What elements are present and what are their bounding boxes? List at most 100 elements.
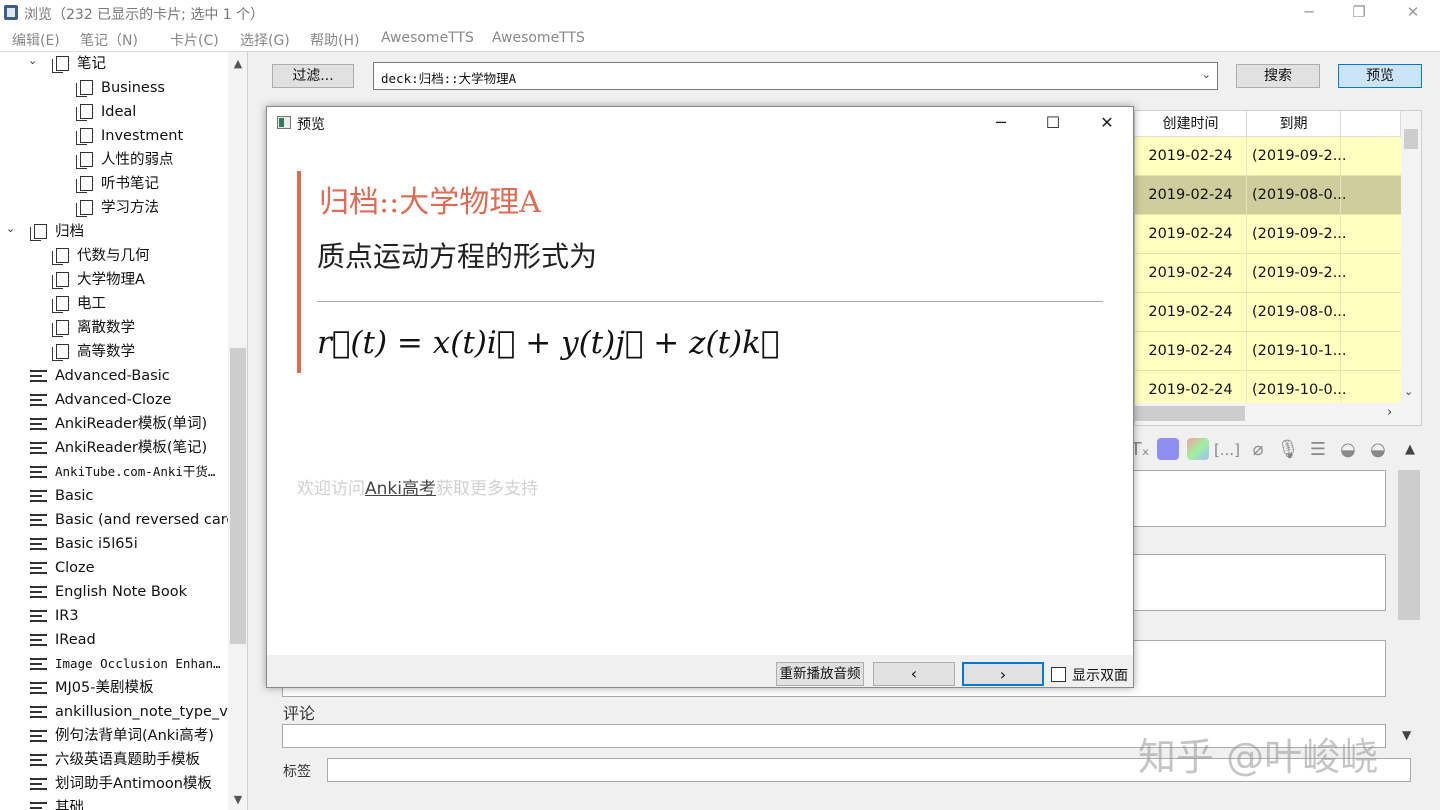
sidebar-item[interactable]: 划词助手Antimoon模板 — [0, 772, 228, 796]
table-row[interactable]: 2019-02-24 (2019-09-2... — [1135, 215, 1401, 254]
chevron-down-icon[interactable]: ⌄ — [1202, 68, 1211, 81]
table-row[interactable]: 2019-02-24 (2019-08-0... — [1135, 176, 1401, 215]
deck-icon — [52, 56, 69, 73]
sidebar-item[interactable]: Business — [0, 76, 228, 100]
deck-icon — [76, 200, 93, 217]
table-hscroll-thumb[interactable] — [1135, 406, 1245, 421]
sidebar-item-label: 划词助手Antimoon模板 — [55, 776, 212, 792]
sidebar-item[interactable]: IRead — [0, 628, 228, 652]
sidebar-item[interactable]: English Note Book — [0, 580, 228, 604]
scroll-down-icon[interactable]: ▼ — [1402, 728, 1411, 742]
sidebar-item[interactable]: Image Occlusion Enhan… — [0, 652, 228, 676]
sidebar-item[interactable]: 学习方法 — [0, 196, 228, 220]
dialog-minimize-icon[interactable]: ─ — [981, 111, 1021, 135]
sidebar-item[interactable]: 离散数学 — [0, 316, 228, 340]
table-horizontal-scrollbar[interactable]: › — [1135, 403, 1421, 425]
editor-scroll-thumb[interactable] — [1398, 470, 1420, 620]
cell-created: 2019-02-24 — [1135, 215, 1247, 253]
table-vertical-scrollbar[interactable]: ⌄ — [1401, 111, 1421, 403]
dialog-close-icon[interactable]: ✕ — [1087, 111, 1127, 135]
sidebar-item[interactable]: AnkiReader模板(单词) — [0, 412, 228, 436]
text-color-icon[interactable] — [1156, 438, 1180, 462]
sidebar-item-label: 电工 — [77, 296, 106, 312]
replay-audio-button[interactable]: 重新播放音频 — [776, 662, 864, 686]
table-row[interactable]: 2019-02-24 (2019-08-0... — [1135, 293, 1401, 332]
menu-edit[interactable]: 编辑(E) — [12, 30, 60, 50]
filter-button[interactable]: 过滤... — [272, 64, 354, 88]
minimize-button[interactable]: ─ — [1282, 0, 1336, 26]
sidebar-item[interactable]: AnkiTube.com-Anki干货… — [0, 460, 228, 484]
sidebar-item[interactable]: AnkiReader模板(笔记) — [0, 436, 228, 460]
scroll-down-icon[interactable]: ▼ — [228, 790, 247, 810]
attachment-icon[interactable]: ⌀ — [1246, 438, 1270, 462]
addon-icon[interactable]: ◒ — [1336, 438, 1360, 462]
sidebar-item[interactable]: 六级英语真题助手模板 — [0, 748, 228, 772]
addon-icon-2[interactable]: ◒ — [1366, 438, 1390, 462]
highlight-color-icon[interactable] — [1186, 438, 1210, 462]
sidebar-item[interactable]: ⌄ 归档 — [0, 220, 228, 244]
sidebar-item[interactable]: Advanced-Basic — [0, 364, 228, 388]
editor-field-2[interactable] — [1100, 554, 1386, 611]
column-header-empty[interactable] — [1341, 111, 1401, 137]
menu-select[interactable]: 选择(G) — [240, 30, 290, 50]
maximize-button[interactable]: ❐ — [1332, 0, 1386, 26]
sidebar-item[interactable]: Basic — [0, 484, 228, 508]
previous-card-button[interactable]: ‹ — [873, 662, 955, 686]
next-card-button[interactable]: › — [962, 662, 1044, 686]
preview-button[interactable]: 预览 — [1338, 64, 1422, 88]
sidebar-item[interactable]: 高等数学 — [0, 340, 228, 364]
sidebar-item[interactable]: Basic (and reversed card) — [0, 508, 241, 532]
menu-cards[interactable]: 卡片(C) — [170, 30, 219, 50]
sidebar-item[interactable]: 电工 — [0, 292, 228, 316]
expand-arrow-icon[interactable]: ⌄ — [6, 217, 15, 241]
watermark: 知乎 @叶峻峣 — [1138, 735, 1379, 779]
scroll-down-icon[interactable]: ⌄ — [1404, 385, 1413, 398]
close-button[interactable]: ✕ — [1386, 0, 1440, 26]
sidebar-item[interactable]: Ideal — [0, 100, 228, 124]
scroll-right-icon[interactable]: › — [1387, 405, 1392, 420]
note-type-icon — [30, 586, 47, 599]
search-input[interactable]: deck:归档::大学物理A — [381, 68, 516, 87]
sidebar-item[interactable]: MJ05-美剧模板 — [0, 676, 228, 700]
search-combo[interactable]: deck:归档::大学物理A ⌄ — [373, 62, 1218, 90]
cloze-icon[interactable]: [...] — [1214, 438, 1240, 462]
table-row[interactable]: 2019-02-24 (2019-10-1... — [1135, 332, 1401, 371]
anki-gaokao-link[interactable]: Anki高考 — [365, 479, 436, 499]
sidebar-item[interactable]: 其础 — [0, 796, 228, 810]
menu-awesometts-2[interactable]: AwesomeTTS — [492, 30, 585, 46]
menu-lines-icon[interactable]: ☰ — [1306, 438, 1330, 462]
sidebar-item[interactable]: ⌄ 笔记 — [0, 52, 228, 76]
menu-notes[interactable]: 笔记（N) — [80, 30, 138, 50]
sidebar-item[interactable]: Cloze — [0, 556, 228, 580]
show-both-sides-checkbox[interactable] — [1051, 667, 1066, 682]
menu-awesometts[interactable]: AwesomeTTS — [381, 30, 474, 46]
sidebar-scroll-thumb[interactable] — [230, 348, 246, 644]
editor-field-1[interactable] — [1100, 470, 1386, 527]
expand-arrow-icon[interactable]: ⌄ — [28, 52, 37, 73]
sidebar-item[interactable]: Basic i5l65i — [0, 532, 228, 556]
sidebar-item-label: 大学物理A — [77, 272, 145, 288]
search-button[interactable]: 搜索 — [1236, 64, 1320, 88]
menu-help[interactable]: 帮助(H) — [310, 30, 359, 50]
sidebar-item[interactable]: 大学物理A — [0, 268, 228, 292]
sidebar-item[interactable]: 听书笔记 — [0, 172, 228, 196]
sidebar-item[interactable]: Investment — [0, 124, 228, 148]
sidebar-item[interactable]: 代数与几何 — [0, 244, 228, 268]
column-header-due[interactable]: 到期 — [1247, 111, 1341, 137]
table-row[interactable]: 2019-02-24 (2019-09-2... — [1135, 254, 1401, 293]
sidebar-item[interactable]: Advanced-Cloze — [0, 388, 228, 412]
sidebar-item[interactable]: 人性的弱点 — [0, 148, 228, 172]
microphone-icon[interactable]: 🎙 — [1276, 438, 1300, 462]
table-row[interactable]: 2019-02-24 (2019-09-2... — [1135, 137, 1401, 176]
collapse-up-icon[interactable]: ▲ — [1398, 438, 1422, 462]
sidebar-item[interactable]: ankillusion_note_type_v3 — [0, 700, 237, 724]
sidebar-item[interactable]: 例句法背单词(Anki高考) — [0, 724, 228, 748]
column-header-created[interactable]: 创建时间 — [1135, 111, 1247, 137]
menu-bar: 编辑(E) 笔记（N) 卡片(C) 选择(G) 帮助(H) AwesomeTTS… — [0, 26, 1440, 52]
accent-bar — [297, 171, 301, 373]
cell-due: (2019-10-1... — [1247, 332, 1347, 370]
scroll-up-icon[interactable]: ▲ — [228, 54, 247, 74]
sidebar-item[interactable]: IR3 — [0, 604, 228, 628]
dialog-maximize-icon[interactable]: ☐ — [1033, 111, 1073, 135]
table-scroll-thumb[interactable] — [1404, 129, 1418, 149]
